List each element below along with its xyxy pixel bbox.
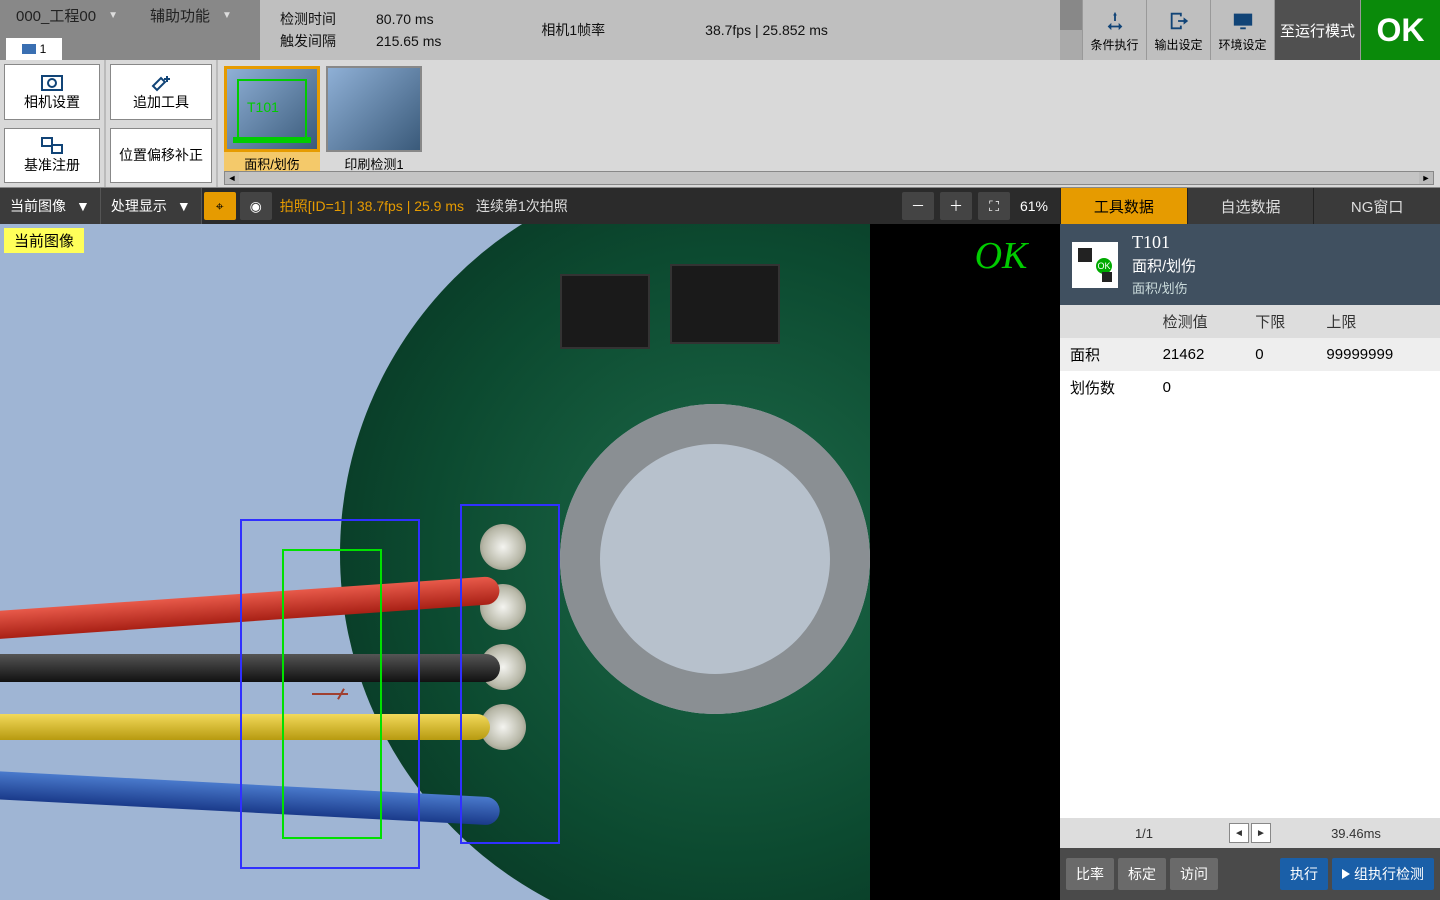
- zoom-in-button[interactable]: ＋: [940, 192, 972, 220]
- register-icon: [40, 135, 64, 155]
- group-execute-button[interactable]: 组执行检测: [1332, 858, 1434, 890]
- tool-name: 面积/划伤: [1132, 255, 1196, 276]
- play-icon: [1342, 869, 1350, 879]
- env-set-button[interactable]: 环境设定: [1210, 0, 1274, 60]
- reference-register-button[interactable]: 基准注册: [4, 128, 100, 184]
- tool-sub: 面积/划伤: [1132, 278, 1196, 297]
- branch-icon: [1102, 8, 1128, 34]
- target-icon[interactable]: ⌖: [204, 192, 236, 220]
- run-mode-button[interactable]: 至运行模式: [1274, 0, 1360, 60]
- snap-info: 拍照[ID=1] | 38.7fps | 25.9 ms: [274, 196, 470, 216]
- camera-icon: [22, 44, 36, 54]
- table-row: 面积21462099999999: [1060, 338, 1440, 371]
- zoom-out-button[interactable]: －: [902, 192, 934, 220]
- result-table: 检测值下限上限 面积21462099999999 划伤数0: [1060, 305, 1440, 404]
- page-prev-button[interactable]: ◄: [1229, 823, 1249, 843]
- fit-button[interactable]: ⛶: [978, 192, 1010, 220]
- tab-tool-data[interactable]: 工具数据: [1060, 188, 1187, 224]
- menu-project[interactable]: 000_工程00▼: [0, 0, 134, 30]
- tab-ng-window[interactable]: NG窗口: [1313, 188, 1440, 224]
- tool-type-icon: OK: [1072, 242, 1118, 288]
- page-next-button[interactable]: ►: [1251, 823, 1271, 843]
- chevron-down-icon: ▼: [222, 10, 232, 21]
- tool-id: T101: [1132, 232, 1196, 253]
- output-set-button[interactable]: 输出设定: [1146, 0, 1210, 60]
- display-mode-dropdown[interactable]: 处理显示▼: [101, 188, 202, 224]
- scroll-left-icon[interactable]: ◄: [225, 172, 239, 184]
- position-correction-button[interactable]: 位置偏移补正: [110, 128, 212, 184]
- overlay-ok: OK: [946, 228, 1056, 284]
- capture-icon[interactable]: ◉: [240, 192, 272, 220]
- scroll-right-icon[interactable]: ►: [1419, 172, 1433, 184]
- export-icon: [1166, 8, 1192, 34]
- wrench-plus-icon: [149, 72, 173, 92]
- page-indicator: 1/1: [1060, 826, 1228, 841]
- monitor-gear-icon: [1230, 8, 1256, 34]
- execute-button[interactable]: 执行: [1280, 858, 1328, 890]
- cond-exec-button[interactable]: 条件执行: [1082, 0, 1146, 60]
- status-ok-badge: OK: [1360, 0, 1440, 60]
- tab-custom-data[interactable]: 自选数据: [1187, 188, 1314, 224]
- camera-gear-icon: [40, 72, 64, 92]
- tool-data-panel: OK T101 面积/划伤 面积/划伤 检测值下限上限 面积2146209999…: [1060, 224, 1440, 848]
- add-tool-button[interactable]: 追加工具: [110, 64, 212, 120]
- tool-time: 39.46ms: [1272, 826, 1440, 841]
- image-viewport[interactable]: 当前图像 OK: [0, 224, 1060, 900]
- zoom-value: 61%: [1014, 198, 1054, 214]
- camera-tab-1[interactable]: 1: [6, 38, 62, 60]
- tool-thumb-0[interactable]: T101 面积/划伤: [224, 66, 320, 175]
- menu-aux[interactable]: 辅助功能▼: [134, 0, 248, 30]
- ratio-button[interactable]: 比率: [1066, 858, 1114, 890]
- table-row: 划伤数0: [1060, 371, 1440, 404]
- continuous-info: 连续第1次拍照: [470, 196, 568, 216]
- crosshair-icon: [312, 684, 352, 704]
- pcb-image: [0, 224, 870, 900]
- tool-thumb-1[interactable]: 印刷检测1: [326, 66, 422, 175]
- visit-button[interactable]: 访问: [1170, 858, 1218, 890]
- image-tag: 当前图像: [4, 228, 84, 253]
- roi-outer-2: [460, 504, 560, 844]
- calibrate-button[interactable]: 标定: [1118, 858, 1166, 890]
- camera-settings-button[interactable]: 相机设置: [4, 64, 100, 120]
- chevron-down-icon: ▼: [108, 10, 118, 21]
- image-source-dropdown[interactable]: 当前图像▼: [0, 188, 101, 224]
- info-strip: 检测时间触发间隔 80.70 ms215.65 ms 相机1帧率 38.7fps…: [260, 0, 1060, 60]
- thumb-scrollbar[interactable]: ◄►: [224, 171, 1434, 185]
